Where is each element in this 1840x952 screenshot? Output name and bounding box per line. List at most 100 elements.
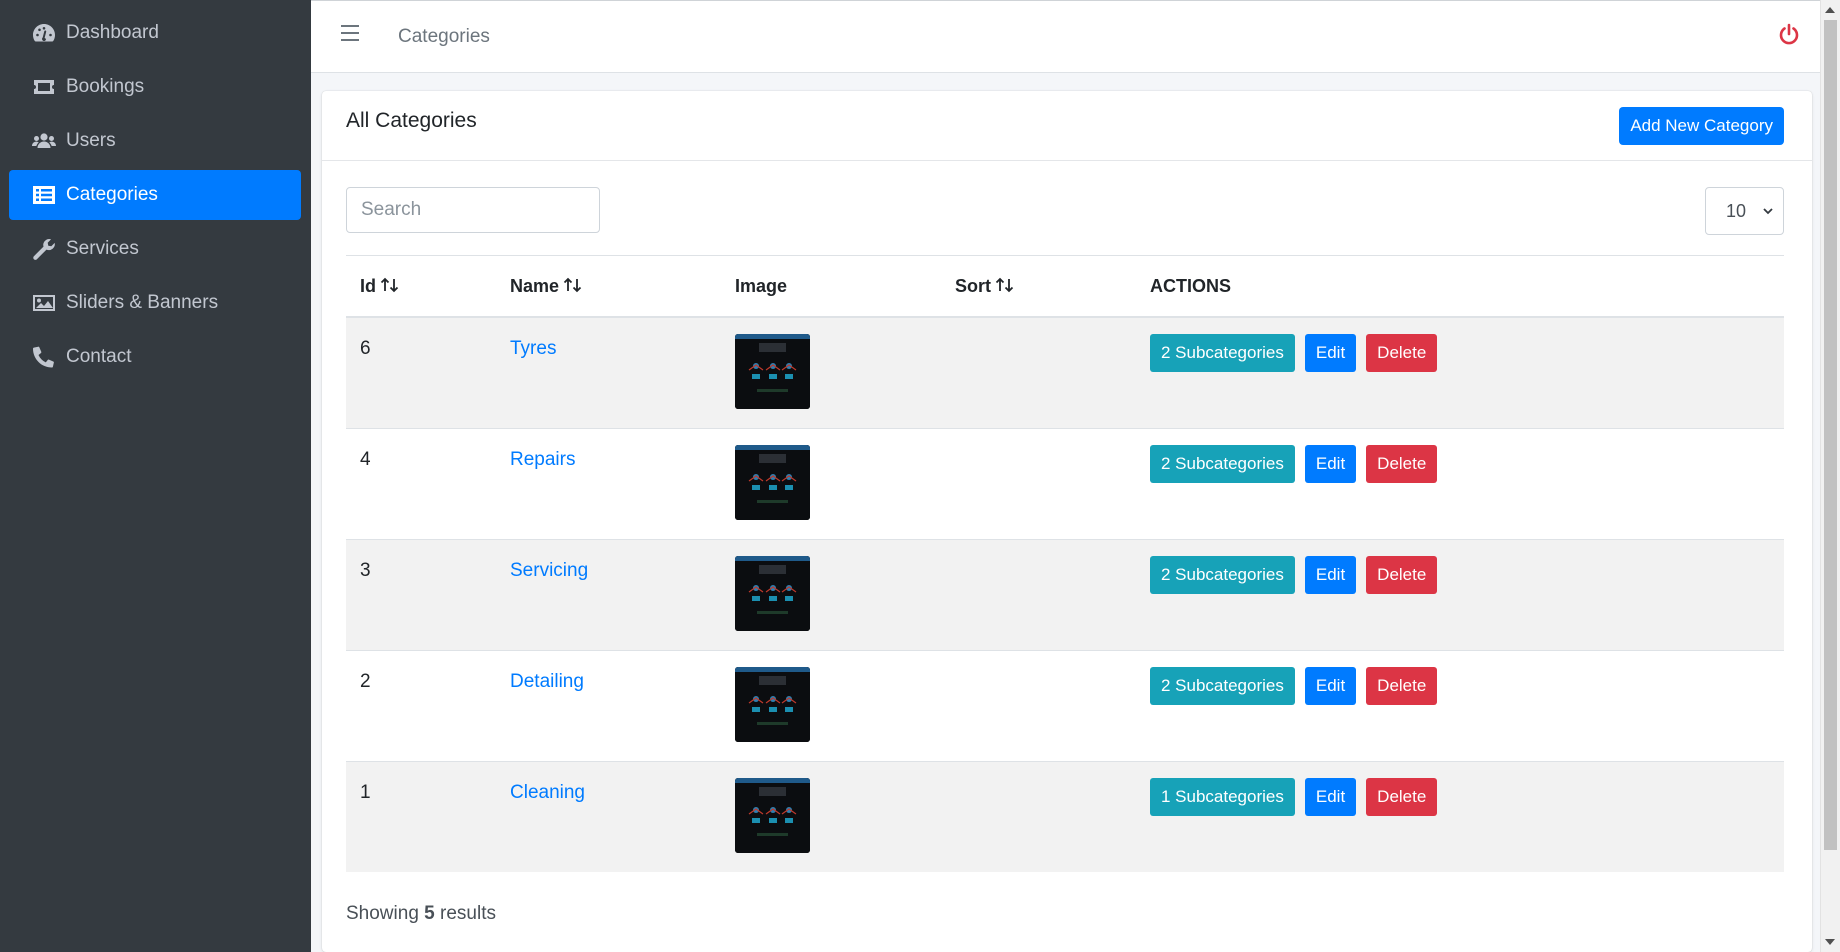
add-new-category-button[interactable]: Add New Category xyxy=(1619,107,1784,145)
subcategories-button[interactable]: 2 Subcategories xyxy=(1150,334,1295,372)
sidebar-item-label: Bookings xyxy=(66,76,145,97)
category-name-link[interactable]: Cleaning xyxy=(510,782,585,803)
row-actions: 2 Subcategories Edit Delete xyxy=(1150,666,1784,705)
delete-button[interactable]: Delete xyxy=(1366,444,1438,483)
scroll-down-arrow-icon[interactable] xyxy=(1825,939,1835,945)
table-row: 3 Servicing 2 Subcategories Edit Delete xyxy=(346,538,1784,650)
cell-sort xyxy=(941,649,1136,761)
cell-image xyxy=(721,427,941,539)
sort-icon xyxy=(380,277,399,292)
category-thumbnail-image[interactable] xyxy=(735,555,810,631)
power-icon[interactable] xyxy=(1777,23,1801,47)
chevron-down-icon xyxy=(1763,208,1773,215)
delete-button[interactable]: Delete xyxy=(1366,777,1438,816)
delete-button[interactable]: Delete xyxy=(1366,555,1438,594)
edit-button[interactable]: Edit xyxy=(1304,334,1357,372)
phone-icon xyxy=(32,346,66,368)
cell-image xyxy=(721,760,941,872)
cell-image xyxy=(721,649,941,761)
users-icon xyxy=(32,130,66,152)
sidebar-item-sliders-banners[interactable]: Sliders & Banners xyxy=(9,278,301,328)
category-name-link[interactable]: Tyres xyxy=(510,338,556,359)
category-name-link[interactable]: Detailing xyxy=(510,671,584,692)
sidebar-item-dashboard[interactable]: Dashboard xyxy=(9,8,301,58)
cell-id: 3 xyxy=(346,538,496,650)
cell-actions: 2 Subcategories Edit Delete xyxy=(1136,649,1784,761)
sidebar-item-label: Categories xyxy=(66,184,158,205)
per-page-select[interactable]: 10 xyxy=(1705,187,1784,235)
cell-name: Repairs xyxy=(496,427,721,539)
scroll-up-arrow-icon[interactable] xyxy=(1825,7,1835,13)
cell-actions: 2 Subcategories Edit Delete xyxy=(1136,316,1784,428)
top-navbar: Categories xyxy=(311,0,1821,73)
sidebar-item-bookings[interactable]: Bookings xyxy=(9,62,301,112)
scroll-thumb[interactable] xyxy=(1824,20,1837,850)
delete-button[interactable]: Delete xyxy=(1366,334,1438,372)
table-header-row: Id Name Image Sort ACTIONS xyxy=(346,255,1784,318)
subcategories-button[interactable]: 2 Subcategories xyxy=(1150,666,1295,705)
sidebar-item-label: Services xyxy=(66,238,139,259)
cell-name: Detailing xyxy=(496,649,721,761)
table-row: 6 Tyres 2 Subcategories Edit Delete xyxy=(346,316,1784,428)
categories-table: Id Name Image Sort ACTIONS 6 Tyres 2 Sub… xyxy=(346,255,1784,872)
search-input[interactable] xyxy=(346,187,600,233)
cell-sort xyxy=(941,316,1136,428)
sidebar-nav: Dashboard Bookings Users Categories Serv… xyxy=(0,0,311,382)
column-header-actions: ACTIONS xyxy=(1136,255,1784,318)
ticket-icon xyxy=(32,76,66,98)
sidebar: Dashboard Bookings Users Categories Serv… xyxy=(0,0,311,952)
sidebar-item-categories[interactable]: Categories xyxy=(9,170,301,220)
sort-icon xyxy=(995,277,1014,292)
category-thumbnail-image[interactable] xyxy=(735,666,810,742)
cell-actions: 2 Subcategories Edit Delete xyxy=(1136,427,1784,539)
column-header-sort[interactable]: Sort xyxy=(941,255,1136,318)
edit-button[interactable]: Edit xyxy=(1304,666,1357,705)
sidebar-item-label: Sliders & Banners xyxy=(66,292,219,313)
column-header-id[interactable]: Id xyxy=(346,255,496,318)
sidebar-item-services[interactable]: Services xyxy=(9,224,301,274)
category-name-link[interactable]: Servicing xyxy=(510,560,588,581)
cell-actions: 1 Subcategories Edit Delete xyxy=(1136,760,1784,872)
row-actions: 2 Subcategories Edit Delete xyxy=(1150,555,1784,594)
row-actions: 2 Subcategories Edit Delete xyxy=(1150,334,1784,372)
table-row: 4 Repairs 2 Subcategories Edit Delete xyxy=(346,427,1784,539)
category-thumbnail-image[interactable] xyxy=(735,444,810,520)
hamburger-icon[interactable] xyxy=(341,25,359,43)
per-page-value: 10 xyxy=(1726,200,1747,221)
sidebar-item-contact[interactable]: Contact xyxy=(9,332,301,382)
cell-name: Servicing xyxy=(496,538,721,650)
sidebar-item-label: Dashboard xyxy=(66,22,159,43)
sort-icon xyxy=(563,277,582,292)
subcategories-button[interactable]: 2 Subcategories xyxy=(1150,444,1295,483)
cell-image xyxy=(721,538,941,650)
page-title[interactable]: Categories xyxy=(398,26,490,48)
cell-actions: 2 Subcategories Edit Delete xyxy=(1136,538,1784,650)
edit-button[interactable]: Edit xyxy=(1304,777,1357,816)
edit-button[interactable]: Edit xyxy=(1304,444,1357,483)
cell-name: Cleaning xyxy=(496,760,721,872)
card-title: All Categories xyxy=(346,109,477,132)
image-icon xyxy=(32,292,66,314)
cell-id: 1 xyxy=(346,760,496,872)
subcategories-button[interactable]: 1 Subcategories xyxy=(1150,777,1295,816)
table-row: 1 Cleaning 1 Subcategories Edit Delete xyxy=(346,760,1784,872)
column-header-image: Image xyxy=(721,255,941,318)
card-header: All Categories Add New Category xyxy=(322,91,1812,161)
delete-button[interactable]: Delete xyxy=(1366,666,1438,705)
sidebar-item-label: Users xyxy=(66,130,116,151)
category-thumbnail-image[interactable] xyxy=(735,777,810,853)
page-scrollbar[interactable] xyxy=(1820,0,1840,952)
row-actions: 1 Subcategories Edit Delete xyxy=(1150,777,1784,816)
column-header-name[interactable]: Name xyxy=(496,255,721,318)
cell-name: Tyres xyxy=(496,316,721,428)
cell-id: 2 xyxy=(346,649,496,761)
subcategories-button[interactable]: 2 Subcategories xyxy=(1150,555,1295,594)
sidebar-item-users[interactable]: Users xyxy=(9,116,301,166)
edit-button[interactable]: Edit xyxy=(1304,555,1357,594)
tachometer-icon xyxy=(32,22,66,44)
category-name-link[interactable]: Repairs xyxy=(510,449,575,470)
results-summary: Showing 5 results xyxy=(346,903,496,924)
cell-id: 4 xyxy=(346,427,496,539)
category-thumbnail-image[interactable] xyxy=(735,334,810,409)
cell-sort xyxy=(941,538,1136,650)
